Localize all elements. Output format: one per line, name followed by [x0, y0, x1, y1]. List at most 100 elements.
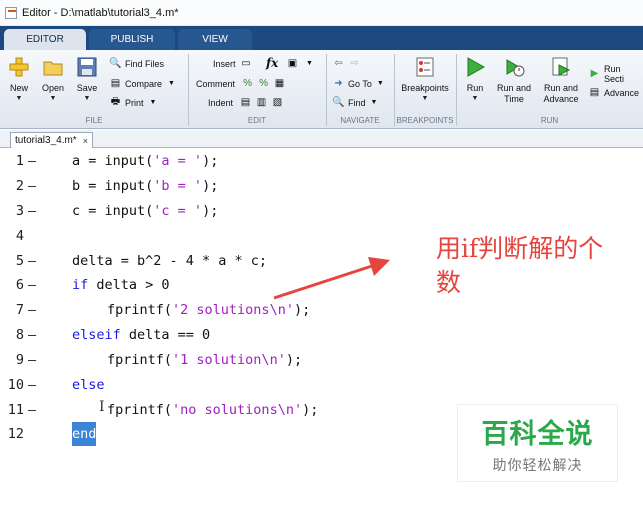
baike-watermark: 百科全说 助你轻松解决	[457, 404, 618, 482]
new-label: New	[9, 83, 28, 93]
tab-editor[interactable]: EDITOR	[4, 29, 86, 50]
print-button[interactable]: 🖶 Print ▼	[109, 94, 157, 111]
goto-button[interactable]: ➜ Go To ▼	[332, 75, 384, 92]
chevron-down-icon: ▼	[168, 80, 175, 87]
file-group-label: FILE	[85, 116, 103, 125]
line-number: 1	[15, 153, 24, 169]
smart-indent-icon: ▤	[240, 97, 251, 108]
chevron-down-icon: ▼	[149, 99, 157, 106]
compare-label: Compare	[125, 78, 163, 89]
find-files-label: Find Files	[125, 58, 165, 69]
floppy-disk-icon	[76, 56, 98, 78]
line-number: 8	[15, 327, 24, 343]
code-text: fprintf('2 solutions\n');	[107, 302, 311, 318]
run-and-time-button[interactable]: Run and Time	[494, 54, 534, 112]
chevron-down-icon: ▼	[471, 95, 479, 102]
find-label: Find	[348, 97, 366, 108]
line-number: 3	[15, 203, 24, 219]
code-text: a = input('a = ');	[72, 153, 219, 169]
code-line[interactable]: 1 — a = input('a = ');	[0, 149, 643, 173]
run-and-advance-label-2: Advance	[543, 94, 579, 104]
save-button[interactable]: Save ▼	[70, 54, 104, 112]
indent-button[interactable]: Indent ▤ ▥ ▧	[208, 94, 287, 111]
chevron-down-icon: ▼	[15, 95, 23, 102]
run-section-button[interactable]: ▶ Run Secti	[588, 63, 643, 84]
code-text: else	[72, 377, 105, 393]
line-number: 12	[7, 426, 24, 442]
code-line[interactable]: 9 — fprintf('1 solution\n');	[0, 348, 643, 372]
window-titlebar: Editor - D:\matlab\tutorial3_4.m*	[0, 0, 643, 26]
goto-arrow-icon: ➜	[334, 78, 343, 89]
magnifier-icon: 🔍	[332, 97, 345, 108]
open-button[interactable]: Open ▼	[36, 54, 70, 112]
compare-button[interactable]: ▤ Compare ▼	[109, 75, 175, 92]
find-files-button[interactable]: 🔍 Find Files	[109, 55, 164, 72]
code-line[interactable]: 2 — b = input('b = ');	[0, 174, 643, 198]
run-time-icon	[503, 56, 525, 78]
comment-percent-icon: %	[243, 78, 252, 89]
code-line[interactable]: 8 — elseif delta == 0	[0, 323, 643, 347]
document-tab-bar: tutorial3_4.m* ×	[0, 130, 643, 148]
annotation-text: 用if判断解的个 数	[436, 232, 641, 300]
fx-button[interactable]: fx	[266, 54, 278, 71]
run-and-time-label-2: Time	[504, 94, 524, 104]
close-icon[interactable]: ×	[83, 136, 88, 146]
back-forward-buttons[interactable]: ⇦ ⇨	[332, 55, 364, 72]
annotation-line-1: 用if判断解的个	[436, 234, 604, 263]
line-marker[interactable]: —	[28, 398, 36, 422]
line-marker[interactable]: —	[28, 149, 36, 173]
forward-arrow-icon[interactable]: ⇨	[348, 57, 361, 70]
insert-icon: ▭	[241, 58, 251, 69]
wrap-comment-icon: ▦	[274, 78, 285, 89]
line-marker[interactable]: —	[28, 298, 36, 322]
advance-button[interactable]: ▤ Advance	[588, 84, 639, 101]
code-line[interactable]: 7 — fprintf('2 solutions\n');	[0, 298, 643, 322]
folder-icon	[42, 56, 64, 78]
insert-function-button[interactable]: ▣ ▼	[286, 55, 313, 72]
run-button[interactable]: Run ▼	[458, 54, 492, 112]
tab-view[interactable]: VIEW	[178, 29, 252, 50]
line-number: 2	[15, 178, 24, 194]
document-tab-label: tutorial3_4.m*	[15, 135, 77, 146]
code-line[interactable]: 3 — c = input('c = ');	[0, 199, 643, 223]
comment-button[interactable]: Comment % % ▦	[196, 75, 289, 92]
back-arrow-icon[interactable]: ⇦	[332, 57, 345, 70]
chevron-down-icon: ▼	[306, 60, 313, 67]
tab-publish[interactable]: PUBLISH	[89, 29, 175, 50]
indent-label: Indent	[208, 97, 234, 108]
uncomment-icon: %	[259, 78, 268, 89]
line-marker[interactable]: —	[28, 273, 36, 297]
code-text: elseif delta == 0	[72, 327, 211, 343]
find-button[interactable]: 🔍 Find ▼	[332, 94, 377, 111]
line-marker[interactable]: —	[28, 174, 36, 198]
chevron-down-icon: ▼	[376, 80, 384, 87]
chevron-down-icon: ▼	[83, 95, 91, 102]
document-tab-tutorial3-4[interactable]: tutorial3_4.m* ×	[10, 132, 93, 148]
watermark-subtitle: 助你轻松解决	[492, 456, 583, 473]
line-marker[interactable]: —	[28, 249, 36, 273]
run-play-icon	[464, 56, 486, 78]
line-number: 11	[7, 402, 24, 418]
print-label: Print	[125, 97, 144, 108]
run-and-advance-button[interactable]: Run and Advance	[539, 54, 583, 112]
line-marker[interactable]: —	[28, 323, 36, 347]
line-marker[interactable]: —	[28, 199, 36, 223]
insert-button[interactable]: Insert ▭	[213, 55, 256, 72]
code-line[interactable]: 10 — else	[0, 373, 643, 397]
code-text: c = input('c = ');	[72, 203, 219, 219]
ribbon-tab-bar: EDITOR PUBLISH VIEW	[0, 26, 643, 50]
breakpoints-button[interactable]: Breakpoints ▼	[396, 54, 454, 112]
code-text: fprintf('1 solution\n');	[107, 352, 303, 368]
line-number: 9	[15, 352, 24, 368]
line-marker[interactable]: —	[28, 373, 36, 397]
line-number: 7	[15, 302, 24, 318]
chevron-down-icon: ▼	[49, 95, 57, 102]
editor-app-icon	[5, 6, 17, 19]
run-section-label: Run Secti	[604, 63, 625, 84]
advance-icon: ▤	[589, 87, 600, 98]
line-number: 4	[15, 228, 24, 244]
increase-indent-icon: ▥	[256, 97, 267, 108]
new-button[interactable]: New ▼	[2, 54, 36, 112]
line-marker[interactable]: —	[28, 348, 36, 372]
open-label: Open	[41, 83, 65, 93]
